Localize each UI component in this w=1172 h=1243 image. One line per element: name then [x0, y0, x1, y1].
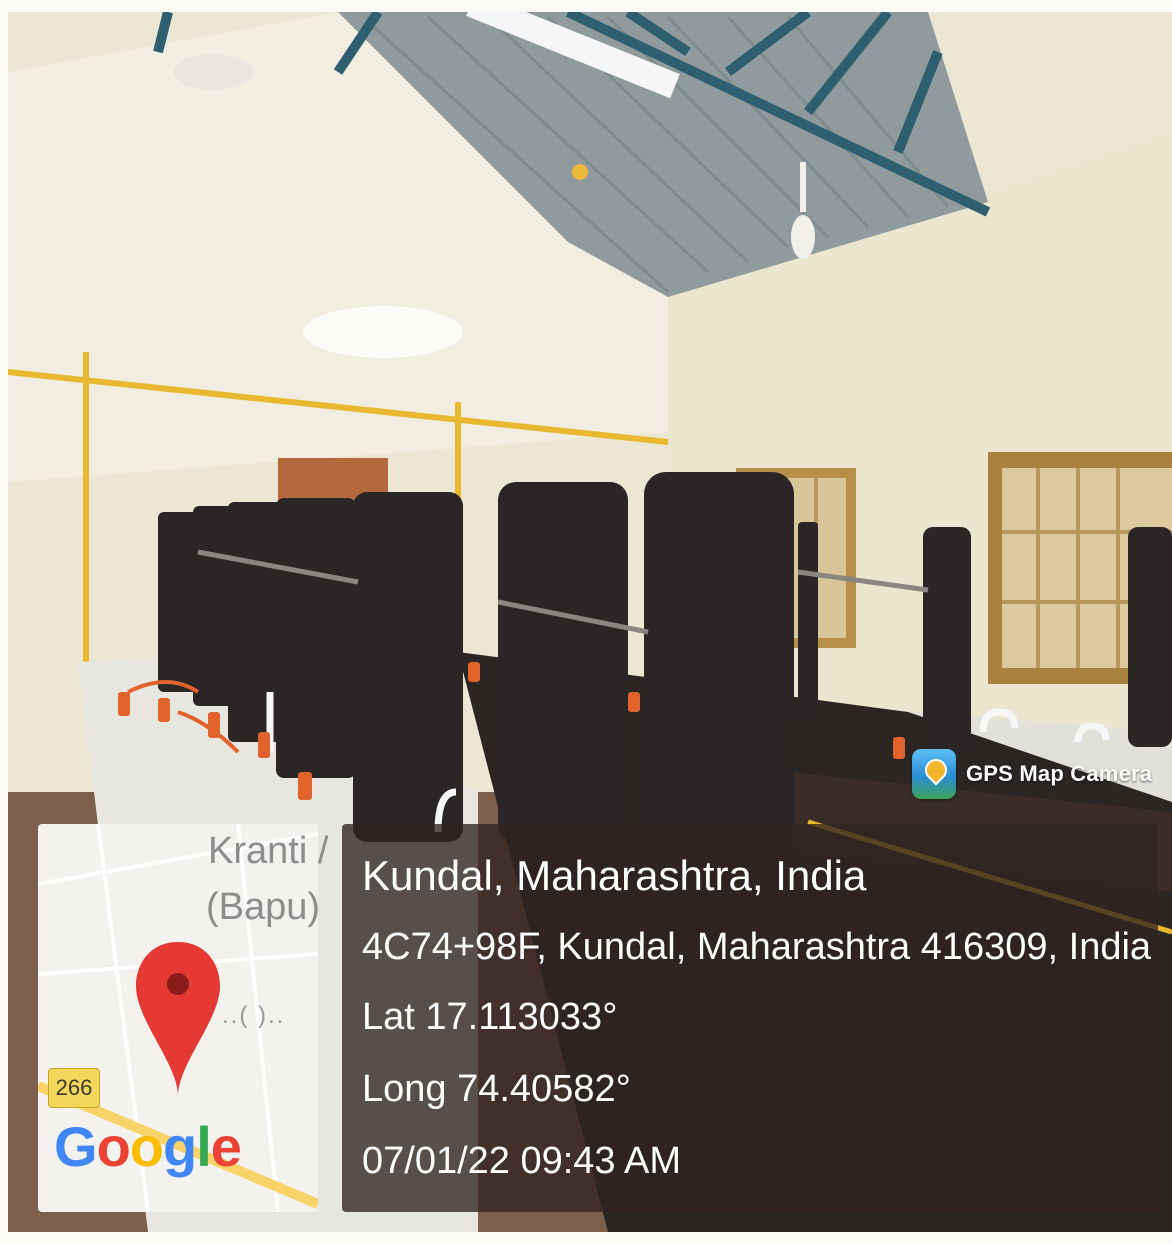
app-name-label: GPS Map Camera	[966, 761, 1153, 786]
photo-frame: GPS Map Camera Kranti / (Bapu) ..( ).. 2…	[0, 0, 1172, 1243]
google-logo-letter: l	[196, 1115, 212, 1178]
full-address: 4C74+98F, Kundal, Maharashtra 416309, In…	[362, 926, 1152, 968]
place-name: Kundal, Maharashtra, India	[362, 852, 867, 899]
gps-map-camera-icon	[912, 749, 956, 799]
map-place-label: Kranti /	[208, 830, 329, 872]
longitude-value: Long 74.40582°	[362, 1068, 631, 1110]
wall-light	[303, 306, 463, 358]
google-logo-letter: e	[210, 1115, 242, 1178]
google-logo-letter: o	[96, 1115, 131, 1178]
ceiling-fan-right	[791, 215, 815, 259]
gps-map-camera-badge: GPS Map Camera	[912, 740, 1152, 808]
timestamp: 07/01/22 09:43 AM	[362, 1140, 682, 1182]
map-place-label: ..( )..	[222, 1002, 286, 1029]
google-logo-letter: g	[163, 1115, 197, 1178]
latitude-value: Lat 17.113033°	[362, 996, 618, 1038]
map-place-label: (Bapu)	[206, 886, 321, 928]
google-logo: Google	[54, 1114, 242, 1179]
map-pin-icon	[136, 942, 220, 1096]
google-logo-letter: G	[54, 1115, 98, 1178]
ceiling-fan-left	[173, 54, 253, 90]
google-logo-letter: o	[129, 1115, 164, 1178]
road-number-shield: 266	[48, 1068, 100, 1108]
google-logo-text: Google	[54, 1115, 242, 1178]
